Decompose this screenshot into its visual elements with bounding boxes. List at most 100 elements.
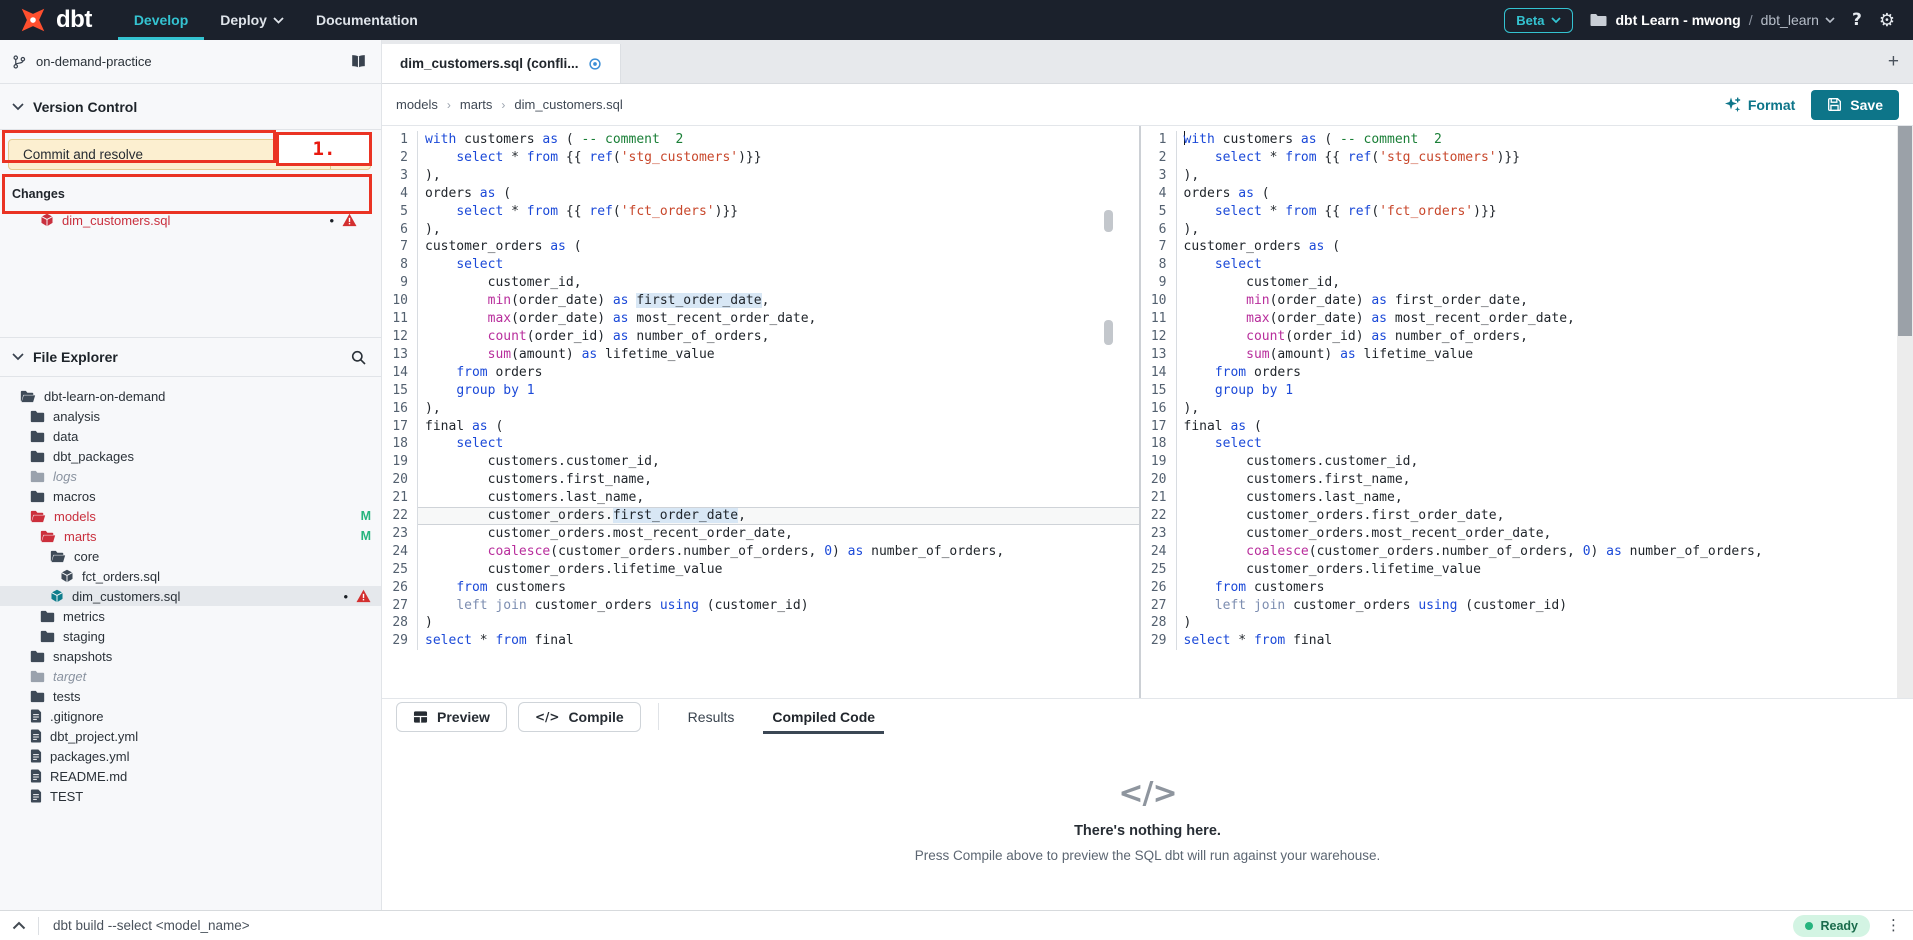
scrollbar-thumb[interactable] <box>1898 126 1912 336</box>
code-line[interactable]: 19 customers.customer_id, <box>1141 453 1898 471</box>
code-pane-left[interactable]: 1with customers as ( -- comment 22 selec… <box>382 126 1139 698</box>
code-line[interactable]: 4orders as ( <box>382 185 1139 203</box>
tree-item-readme-md[interactable]: README.md <box>0 766 381 786</box>
code-line[interactable]: 4orders as ( <box>1141 185 1898 203</box>
file-explorer-header[interactable]: File Explorer <box>0 337 381 377</box>
code-line[interactable]: 14 from orders <box>1141 364 1898 382</box>
code-line[interactable]: 6), <box>382 221 1139 239</box>
format-button[interactable]: Format <box>1724 96 1795 113</box>
code-line[interactable]: 15 group by 1 <box>382 382 1139 400</box>
code-line[interactable]: 10 min(order_date) as first_order_date, <box>1141 292 1898 310</box>
kebab-menu-icon[interactable]: ⋮ <box>1886 918 1901 933</box>
tree-item-dim-customers-sql[interactable]: dim_customers.sql• <box>0 586 381 606</box>
code-line[interactable]: 23 customer_orders.most_recent_order_dat… <box>1141 525 1898 543</box>
code-line[interactable]: 21 customers.last_name, <box>1141 489 1898 507</box>
code-line[interactable]: 14 from orders <box>382 364 1139 382</box>
chevron-up-icon[interactable] <box>12 921 26 930</box>
add-tab-icon[interactable]: + <box>1888 51 1913 73</box>
code-line[interactable]: 23 customer_orders.most_recent_order_dat… <box>382 525 1139 543</box>
code-line[interactable]: 7customer_orders as ( <box>1141 238 1898 256</box>
code-line[interactable]: 29select * from final <box>382 632 1139 650</box>
code-pane-right[interactable]: 1with customers as ( -- comment 22 selec… <box>1141 126 1913 698</box>
code-line[interactable]: 6), <box>1141 221 1898 239</box>
tree-item-core[interactable]: core <box>0 546 381 566</box>
preview-button[interactable]: Preview <box>396 702 507 732</box>
nav-tab-develop[interactable]: Develop <box>118 0 204 40</box>
docs-book-icon[interactable] <box>350 54 367 69</box>
code-line[interactable]: 28) <box>382 614 1139 632</box>
breadcrumb-item-models[interactable]: models <box>396 97 438 112</box>
tree-item-snapshots[interactable]: snapshots <box>0 646 381 666</box>
code-line[interactable]: 9 customer_id, <box>382 274 1139 292</box>
code-line[interactable]: 19 customers.customer_id, <box>382 453 1139 471</box>
tree-item-models[interactable]: modelsM <box>0 506 381 526</box>
tree-item-macros[interactable]: macros <box>0 486 381 506</box>
code-line[interactable]: 26 from customers <box>1141 579 1898 597</box>
tree-item-target[interactable]: target <box>0 666 381 686</box>
code-line[interactable]: 10 min(order_date) as first_order_date, <box>382 292 1139 310</box>
status-badge[interactable]: Ready <box>1793 915 1870 937</box>
tree-item-fct-orders-sql[interactable]: fct_orders.sql <box>0 566 381 586</box>
account-switcher[interactable]: dbt Learn - mwong / dbt_learn <box>1590 12 1835 28</box>
code-line[interactable]: 20 customers.first_name, <box>382 471 1139 489</box>
dbt-logo[interactable]: dbt <box>0 0 118 40</box>
code-line[interactable]: 18 select <box>382 435 1139 453</box>
code-line[interactable]: 26 from customers <box>382 579 1139 597</box>
code-line[interactable]: 1with customers as ( -- comment 2 <box>382 131 1139 149</box>
code-line[interactable]: 12 count(order_id) as number_of_orders, <box>1141 328 1898 346</box>
tree-item-test[interactable]: TEST <box>0 786 381 806</box>
code-line[interactable]: 2 select * from {{ ref('stg_customers')}… <box>1141 149 1898 167</box>
tree-item-marts[interactable]: martsM <box>0 526 381 546</box>
code-line[interactable]: 17final as ( <box>1141 418 1898 436</box>
gear-icon[interactable]: ⚙ <box>1879 10 1895 31</box>
code-line[interactable]: 15 group by 1 <box>1141 382 1898 400</box>
changed-file-row[interactable]: dim_customers.sql• <box>0 209 381 231</box>
code-line[interactable]: 3), <box>1141 167 1898 185</box>
tree-item-logs[interactable]: logs <box>0 466 381 486</box>
version-control-header[interactable]: Version Control <box>0 84 381 130</box>
code-line[interactable]: 13 sum(amount) as lifetime_value <box>1141 346 1898 364</box>
command-input[interactable]: dbt build --select <model_name> <box>53 918 1793 933</box>
code-line[interactable]: 5 select * from {{ ref('fct_orders')}} <box>1141 203 1898 221</box>
code-line[interactable]: 8 select <box>382 256 1139 274</box>
compile-button[interactable]: </> Compile <box>518 702 641 732</box>
nav-tab-deploy[interactable]: Deploy <box>204 0 300 40</box>
breadcrumb-item-dim-customers-sql[interactable]: dim_customers.sql <box>514 97 622 112</box>
code-line[interactable]: 16), <box>1141 400 1898 418</box>
nav-tab-documentation[interactable]: Documentation <box>300 0 434 40</box>
help-icon[interactable]: ? <box>1852 10 1862 30</box>
tree-item-dbt-packages[interactable]: dbt_packages <box>0 446 381 466</box>
code-line[interactable]: 22 customer_orders.first_order_date, <box>1141 507 1898 525</box>
code-line[interactable]: 28) <box>1141 614 1898 632</box>
tree-item-packages-yml[interactable]: packages.yml <box>0 746 381 766</box>
save-button[interactable]: Save <box>1811 90 1899 120</box>
code-line[interactable]: 18 select <box>1141 435 1898 453</box>
tab-results[interactable]: Results <box>669 699 754 734</box>
code-line[interactable]: 21 customers.last_name, <box>382 489 1139 507</box>
code-line[interactable]: 12 count(order_id) as number_of_orders, <box>382 328 1139 346</box>
code-line[interactable]: 7customer_orders as ( <box>382 238 1139 256</box>
code-line[interactable]: 2 select * from {{ ref('stg_customers')}… <box>382 149 1139 167</box>
code-line[interactable]: 13 sum(amount) as lifetime_value <box>382 346 1139 364</box>
code-line[interactable]: 20 customers.first_name, <box>1141 471 1898 489</box>
tab-compiled-code[interactable]: Compiled Code <box>753 699 894 734</box>
search-icon[interactable] <box>350 349 367 366</box>
code-line[interactable]: 17final as ( <box>382 418 1139 436</box>
code-line[interactable]: 3), <box>382 167 1139 185</box>
code-line[interactable]: 29select * from final <box>1141 632 1898 650</box>
tree-item-data[interactable]: data <box>0 426 381 446</box>
project-name[interactable]: dbt_learn <box>1761 12 1835 28</box>
tree-item-tests[interactable]: tests <box>0 686 381 706</box>
tree-item-dbt-project-yml[interactable]: dbt_project.yml <box>0 726 381 746</box>
breadcrumb-item-marts[interactable]: marts <box>460 97 493 112</box>
code-line[interactable]: 24 coalesce(customer_orders.number_of_or… <box>382 543 1139 561</box>
code-line[interactable]: 11 max(order_date) as most_recent_order_… <box>382 310 1139 328</box>
editor-tab-dim-customers[interactable]: dim_customers.sql (confli... <box>382 44 621 83</box>
code-line[interactable]: 22 customer_orders.first_order_date, <box>382 507 1139 525</box>
code-line[interactable]: 9 customer_id, <box>1141 274 1898 292</box>
tree-item-dbt-learn-on-demand[interactable]: dbt-learn-on-demand <box>0 386 381 406</box>
code-line[interactable]: 27 left join customer_orders using (cust… <box>382 597 1139 615</box>
code-line[interactable]: 24 coalesce(customer_orders.number_of_or… <box>1141 543 1898 561</box>
beta-dropdown[interactable]: Beta <box>1504 8 1573 33</box>
code-line[interactable]: 11 max(order_date) as most_recent_order_… <box>1141 310 1898 328</box>
